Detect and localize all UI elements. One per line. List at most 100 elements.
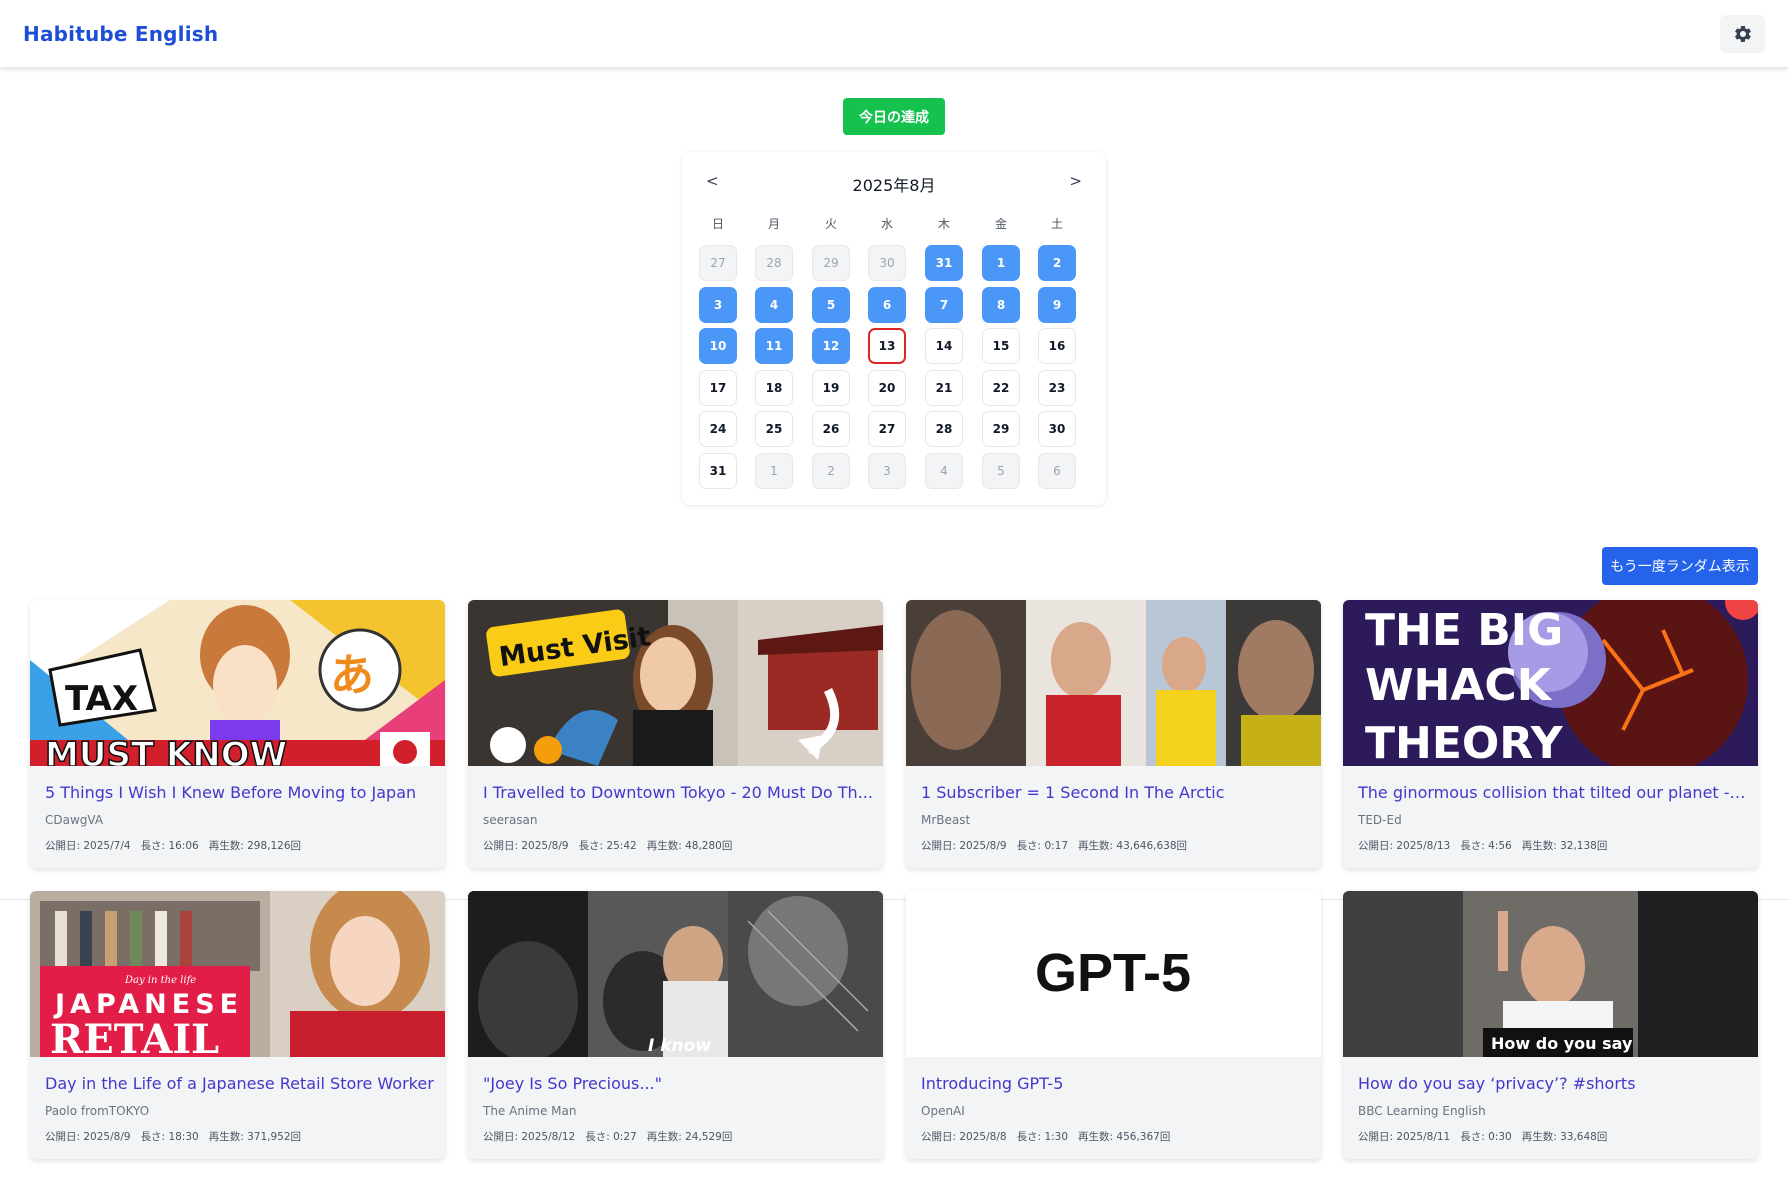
calendar-day[interactable]: 4 — [755, 286, 793, 323]
video-thumbnail[interactable] — [906, 600, 1321, 766]
calendar-day[interactable]: 30 — [1038, 411, 1076, 447]
video-thumbnail[interactable]: TAX あ MUST KNOW — [30, 600, 445, 766]
calendar-day[interactable]: 7 — [925, 286, 963, 323]
calendar-day[interactable]: 17 — [699, 369, 737, 406]
thumb-text: TAX — [65, 679, 138, 719]
video-card[interactable]: 1 Subscriber = 1 Second In The Arctic Mr… — [906, 600, 1321, 868]
app-brand[interactable]: Habitube English — [23, 22, 218, 46]
video-card[interactable]: Must Visit I Travelled to Downtown Tokyo… — [468, 600, 883, 868]
calendar-day[interactable]: 23 — [1038, 369, 1076, 406]
calendar-day[interactable]: 3 — [868, 452, 906, 489]
calendar-day[interactable]: 14 — [925, 328, 963, 364]
video-title[interactable]: Introducing GPT-5 — [921, 1074, 1311, 1093]
calendar-weekday: 火 — [824, 217, 837, 231]
calendar-day[interactable]: 29 — [812, 245, 850, 281]
video-channel: MrBeast — [921, 813, 971, 827]
video-channel: OpenAI — [921, 1104, 965, 1118]
video-published: 公開日: 2025/8/9 — [483, 840, 569, 852]
calendar-day[interactable]: 20 — [868, 369, 906, 406]
calendar-day[interactable]: 2 — [812, 452, 850, 489]
calendar-day[interactable]: 25 — [755, 411, 793, 447]
video-title[interactable]: How do you say ‘privacy’? #shorts — [1358, 1074, 1748, 1093]
calendar-day[interactable]: 4 — [925, 452, 963, 489]
thumb-text: THE BIG — [1365, 605, 1563, 656]
video-title[interactable]: I Travelled to Downtown Tokyo - 20 Must … — [483, 783, 873, 802]
video-card[interactable]: GPT-5 Introducing GPT-5 OpenAI 公開日: 2025… — [906, 891, 1321, 1159]
calendar-day[interactable]: 29 — [982, 411, 1020, 447]
reshuffle-random-button[interactable]: もう一度ランダム表示 — [1602, 547, 1758, 585]
video-card[interactable]: How do you say How do you say ‘privacy’?… — [1343, 891, 1758, 1159]
calendar-day[interactable]: 6 — [868, 286, 906, 323]
video-channel: seerasan — [483, 813, 538, 827]
calendar-day[interactable]: 5 — [982, 452, 1020, 489]
settings-button[interactable] — [1720, 15, 1765, 53]
calendar-day[interactable]: 27 — [868, 411, 906, 447]
video-views: 再生数: 24,529回 — [646, 1131, 733, 1143]
calendar-next-button[interactable]: > — [1069, 172, 1082, 190]
video-views: 再生数: 43,646,638回 — [1078, 840, 1188, 852]
calendar-day[interactable]: 28 — [755, 245, 793, 281]
calendar-weekday: 木 — [937, 217, 950, 231]
calendar-weekday: 月 — [767, 217, 780, 231]
calendar-day[interactable]: 11 — [755, 328, 793, 364]
video-views: 再生数: 32,138回 — [1521, 840, 1608, 852]
calendar-day[interactable]: 24 — [699, 411, 737, 447]
calendar-weekday: 水 — [880, 217, 893, 231]
video-title[interactable]: The ginormous collision that tilted our … — [1358, 783, 1748, 802]
video-meta: 公開日: 2025/8/9 長さ: 18:30 再生数: 371,952回 — [45, 1129, 301, 1144]
video-card[interactable]: I know "Joey Is So Precious..." The Anim… — [468, 891, 883, 1159]
calendar-day[interactable]: 27 — [699, 245, 737, 281]
video-length: 長さ: 0:30 — [1460, 1131, 1512, 1143]
thumb-text: RETAIL — [50, 1016, 219, 1057]
calendar-day[interactable]: 18 — [755, 369, 793, 406]
video-length: 長さ: 0:17 — [1016, 840, 1069, 852]
calendar-weekday: 金 — [994, 217, 1007, 231]
calendar-day[interactable]: 2 — [1038, 245, 1076, 281]
video-published: 公開日: 2025/8/11 — [1358, 1131, 1451, 1143]
video-meta: 公開日: 2025/7/4 長さ: 16:06 再生数: 298,126回 — [45, 838, 301, 853]
calendar-day[interactable]: 30 — [868, 245, 906, 281]
calendar-day-today[interactable]: 13 — [868, 328, 906, 364]
calendar-day[interactable]: 31 — [699, 452, 737, 489]
calendar-month-title: 2025年8月 — [852, 176, 936, 195]
video-thumbnail[interactable]: I know — [468, 891, 883, 1057]
calendar-day[interactable]: 15 — [982, 328, 1020, 364]
video-thumbnail[interactable]: THE BIG WHACK THEORY — [1343, 600, 1758, 766]
calendar-day[interactable]: 26 — [812, 411, 850, 447]
video-title[interactable]: Day in the Life of a Japanese Retail Sto… — [45, 1074, 435, 1093]
calendar-day[interactable]: 1 — [755, 452, 793, 489]
calendar-day[interactable]: 21 — [925, 369, 963, 406]
video-thumbnail[interactable]: GPT-5 — [906, 891, 1321, 1057]
video-meta: 公開日: 2025/8/11 長さ: 0:30 再生数: 33,648回 — [1358, 1129, 1607, 1144]
video-title[interactable]: 1 Subscriber = 1 Second In The Arctic — [921, 783, 1311, 802]
video-card[interactable]: TAX あ MUST KNOW 5 Things I Wish I Knew B… — [30, 600, 445, 868]
calendar-day[interactable]: 1 — [982, 245, 1020, 281]
calendar-day[interactable]: 16 — [1038, 328, 1076, 364]
video-thumbnail[interactable]: How do you say — [1343, 891, 1758, 1057]
video-thumbnail[interactable]: Must Visit — [468, 600, 883, 766]
calendar-day[interactable]: 10 — [699, 328, 737, 364]
video-title[interactable]: "Joey Is So Precious..." — [483, 1074, 873, 1093]
video-meta: 公開日: 2025/8/8 長さ: 1:30 再生数: 456,367回 — [921, 1129, 1170, 1144]
calendar-day[interactable]: 31 — [925, 245, 963, 281]
calendar-day[interactable]: 5 — [812, 286, 850, 323]
thumb-text: How do you say — [1491, 1034, 1633, 1053]
calendar-day[interactable]: 12 — [812, 328, 850, 364]
calendar-day[interactable]: 6 — [1038, 452, 1076, 489]
calendar-day[interactable]: 28 — [925, 411, 963, 447]
calendar-day[interactable]: 8 — [982, 286, 1020, 323]
calendar-day[interactable]: 19 — [812, 369, 850, 406]
video-published: 公開日: 2025/8/9 — [921, 840, 1007, 852]
video-views: 再生数: 33,648回 — [1521, 1131, 1608, 1143]
calendar-day[interactable]: 9 — [1038, 286, 1076, 323]
video-published: 公開日: 2025/7/4 — [45, 840, 131, 852]
video-card[interactable]: Day in the life JAPANESE RETAIL Day in t… — [30, 891, 445, 1159]
today-achievement-button[interactable]: 今日の達成 — [843, 98, 945, 135]
calendar-day[interactable]: 3 — [699, 286, 737, 323]
video-thumbnail[interactable]: Day in the life JAPANESE RETAIL — [30, 891, 445, 1057]
video-card[interactable]: THE BIG WHACK THEORY The ginormous colli… — [1343, 600, 1758, 868]
video-meta: 公開日: 2025/8/12 長さ: 0:27 再生数: 24,529回 — [483, 1129, 732, 1144]
calendar: < 2025年8月 > 日月火水木金土 27 28 29 30 31 1 2 3 4 5 6 7 8 9 1… — [682, 152, 1106, 505]
calendar-day[interactable]: 22 — [982, 369, 1020, 406]
video-title[interactable]: 5 Things I Wish I Knew Before Moving to … — [45, 783, 435, 802]
